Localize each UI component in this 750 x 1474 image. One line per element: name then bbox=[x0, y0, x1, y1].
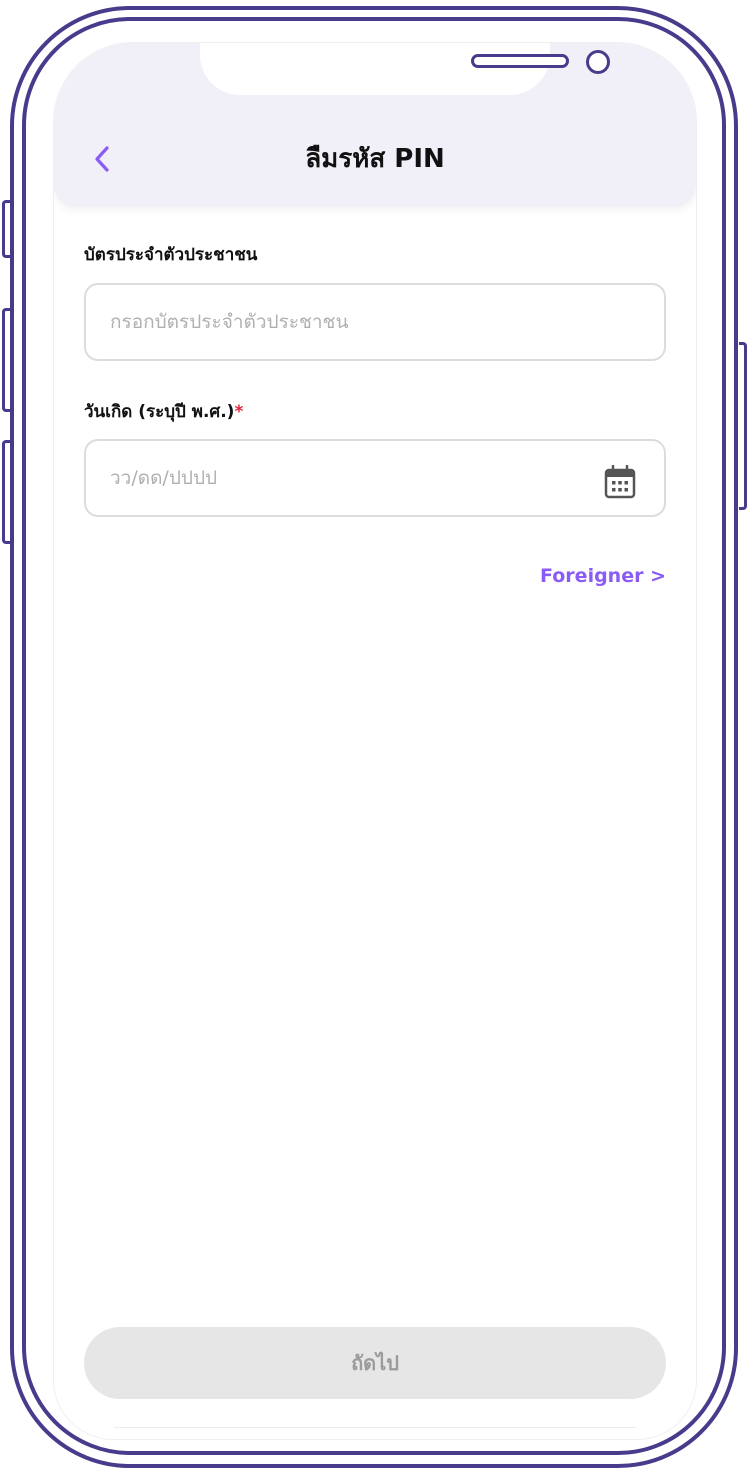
id-card-label-text: บัตรประจำตัวประชาชน bbox=[84, 245, 258, 265]
id-card-input[interactable] bbox=[84, 283, 666, 361]
phone-power-button bbox=[739, 342, 747, 510]
phone-side-button bbox=[2, 308, 10, 412]
calendar-icon[interactable] bbox=[604, 464, 636, 499]
id-card-label: บัตรประจำตัวประชาชน bbox=[84, 241, 257, 268]
page-title: ลืมรหัส PIN bbox=[305, 144, 445, 174]
birth-date-label: วันเกิด (ระบุปี พ.ศ.)* bbox=[84, 398, 243, 425]
camera-icon bbox=[586, 50, 610, 74]
birth-date-label-text: วันเกิด (ระบุปี พ.ศ.) bbox=[84, 402, 235, 422]
foreigner-link[interactable]: Foreigner > bbox=[540, 565, 666, 587]
required-mark: * bbox=[234, 402, 244, 422]
app-header: ลืมรหัส PIN bbox=[54, 43, 696, 207]
birth-date-input[interactable] bbox=[84, 439, 666, 517]
next-button[interactable]: ถัดไป bbox=[84, 1327, 666, 1399]
phone-side-button bbox=[2, 440, 10, 544]
speaker-grille bbox=[471, 54, 569, 68]
phone-side-button bbox=[2, 200, 10, 258]
app-screen: ลืมรหัส PIN บัตรประจำตัวประชาชน วันเกิด … bbox=[53, 42, 697, 1440]
home-indicator-divider bbox=[114, 1427, 636, 1428]
phone-notch bbox=[200, 43, 610, 95]
